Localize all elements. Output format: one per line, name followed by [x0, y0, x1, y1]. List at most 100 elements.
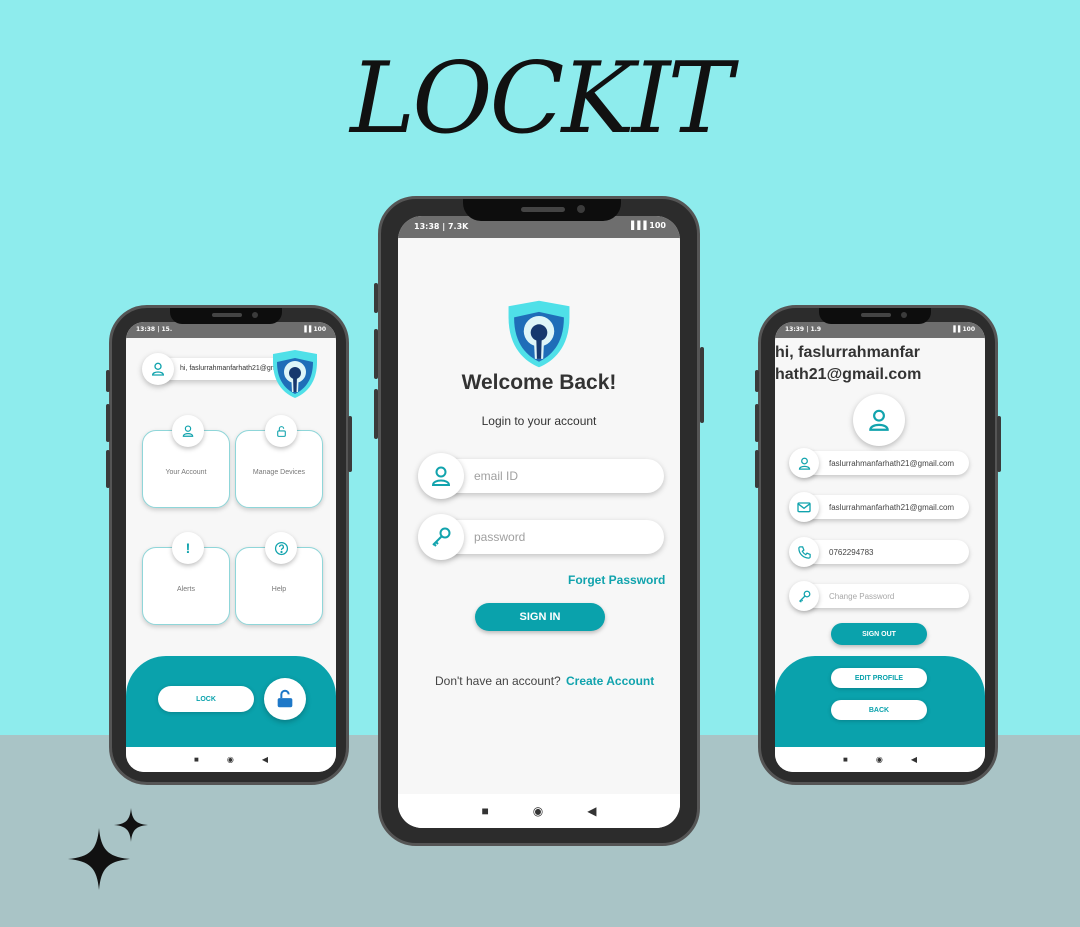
card-your-account[interactable]: Your Account [142, 415, 230, 508]
profile-phone-value: 0762294783 [829, 548, 874, 557]
status-icons: ▐▐▐ 100 [628, 221, 666, 230]
card-alerts[interactable]: ! Alerts [142, 532, 230, 625]
speaker [212, 313, 242, 317]
change-password-icon-circle [789, 581, 819, 611]
lockit-shield-logo [508, 300, 570, 368]
camera [577, 205, 585, 213]
no-account-text: Don't have an account? [435, 674, 561, 688]
user-icon [798, 457, 810, 470]
user-icon [182, 425, 194, 437]
avatar[interactable] [142, 353, 174, 385]
brand-title: LOCKIT [350, 42, 733, 156]
home-phone: 13:38 | 15. ▐▐ 100 hi, faslurrahmanfarha… [106, 305, 352, 785]
login-screen: 13:38 | 7.3K ▐▐▐ 100 Welcome Back! Login… [398, 216, 680, 828]
forget-password-link[interactable]: Forget Password [568, 573, 665, 587]
phone-notch [170, 308, 282, 324]
phone-notch [819, 308, 931, 324]
android-nav-bar: ■ ◉ ◀ [126, 747, 336, 772]
lock-icon [276, 425, 286, 437]
sign-out-button[interactable]: SIGN OUT [831, 623, 927, 645]
phone-side-button [374, 389, 378, 439]
email-placeholder: email ID [474, 469, 519, 483]
mail-icon [797, 502, 811, 513]
edit-profile-button[interactable]: EDIT PROFILE [831, 668, 927, 688]
question-icon [274, 541, 288, 555]
phone-power-button [700, 347, 704, 423]
recents-icon[interactable]: ■ [194, 755, 199, 764]
speaker [521, 207, 565, 212]
home-screen: 13:38 | 15. ▐▐ 100 hi, faslurrahmanfarha… [126, 322, 336, 772]
phone-side-button [374, 329, 378, 379]
phone-notch [463, 199, 621, 221]
card-label: Your Account [165, 469, 207, 476]
profile-email-alt-value: faslurrahmanfarhath21@gmail.com [829, 503, 955, 512]
phone-side-button [106, 404, 110, 442]
card-badge [265, 415, 297, 447]
status-icons: ▐▐ 100 [302, 326, 326, 333]
profile-email-icon-circle [789, 448, 819, 478]
profile-phone: 13:39 | 1.9 ▐▐ 100 hi, faslurrahmanfarha… [755, 305, 1001, 785]
change-password-placeholder: Change Password [829, 592, 895, 601]
profile-phone-icon-circle [789, 537, 819, 567]
back-icon[interactable]: ◀ [911, 755, 917, 764]
card-label: Alerts [177, 586, 195, 593]
login-subtitle: Login to your account [481, 414, 597, 428]
back-icon[interactable]: ◀ [262, 755, 268, 764]
status-bar: 13:38 | 15. ▐▐ 100 [126, 322, 336, 338]
card-label: Help [271, 586, 287, 593]
phone-power-button [997, 416, 1001, 472]
change-password-field[interactable]: Change Password [793, 584, 969, 608]
card-badge: ! [172, 532, 204, 564]
recents-icon[interactable]: ■ [843, 755, 848, 764]
camera [901, 312, 907, 318]
profile-phone-field[interactable]: 0762294783 [793, 540, 969, 564]
card-label: Manage Devices [252, 469, 306, 476]
create-account-link[interactable]: Create Account [566, 674, 654, 688]
card-manage-devices[interactable]: Manage Devices [235, 415, 323, 508]
phone-side-button [755, 404, 759, 442]
status-bar: 13:39 | 1.9 ▐▐ 100 [775, 322, 985, 338]
unlock-button[interactable] [264, 678, 306, 720]
profile-email-alt-field[interactable]: faslurrahmanfarhath21@gmail.com [793, 495, 969, 519]
exclamation-icon: ! [185, 540, 191, 556]
email-field-icon [418, 453, 464, 499]
profile-avatar[interactable] [853, 394, 905, 446]
status-time: 13:39 | 1.9 [785, 326, 822, 333]
profile-screen: 13:39 | 1.9 ▐▐ 100 hi, faslurrahmanfarha… [775, 322, 985, 772]
profile-email-field[interactable]: faslurrahmanfarhath21@gmail.com [793, 451, 969, 475]
welcome-heading: Welcome Back! [461, 371, 617, 394]
phone-side-button [755, 450, 759, 488]
lockit-shield-logo [273, 350, 317, 398]
card-badge [172, 415, 204, 447]
key-icon [432, 527, 451, 547]
home-icon[interactable]: ◉ [876, 755, 883, 764]
speaker [861, 313, 891, 317]
profile-greeting: hi, faslurrahmanfarhath21@gmail.com [775, 344, 922, 383]
profile-email-value: faslurrahmanfarhath21@gmail.com [829, 459, 955, 468]
card-help[interactable]: Help [235, 532, 323, 625]
back-icon[interactable]: ◀ [587, 804, 596, 818]
status-time: 13:38 | 15. [136, 326, 173, 333]
android-nav-bar: ■ ◉ ◀ [398, 794, 680, 828]
user-icon [869, 409, 889, 431]
home-icon[interactable]: ◉ [533, 804, 543, 818]
status-time: 13:38 | 7.3K [414, 222, 469, 231]
camera [252, 312, 258, 318]
phone-side-button [106, 370, 110, 392]
lock-button[interactable]: LOCK [158, 686, 254, 712]
home-icon[interactable]: ◉ [227, 755, 234, 764]
user-icon [431, 466, 451, 486]
password-placeholder: password [474, 530, 526, 544]
back-button[interactable]: BACK [831, 700, 927, 720]
phone-icon [797, 545, 811, 559]
password-field-icon [418, 514, 464, 560]
sparkle-small-icon [114, 808, 148, 842]
phone-side-button [106, 450, 110, 488]
status-icons: ▐▐ 100 [951, 326, 975, 333]
phone-power-button [348, 416, 352, 472]
phone-side-button [374, 283, 378, 313]
sign-in-button[interactable]: SIGN IN [475, 603, 605, 631]
login-phone: 13:38 | 7.3K ▐▐▐ 100 Welcome Back! Login… [374, 196, 704, 846]
recents-icon[interactable]: ■ [482, 804, 489, 818]
profile-mail-icon-circle [789, 492, 819, 522]
